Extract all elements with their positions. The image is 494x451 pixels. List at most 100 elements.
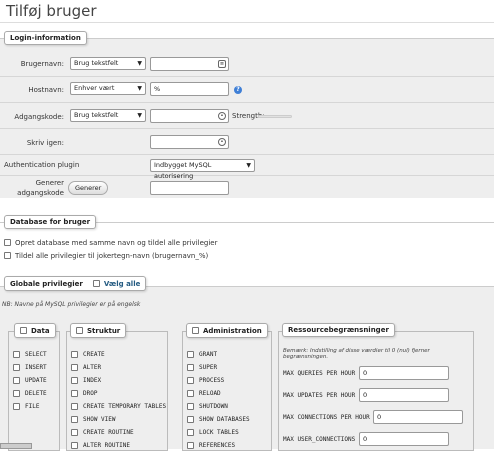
help-icon[interactable]: ?: [234, 86, 242, 94]
data-privileges-box: SELECT INSERT UPDATE DELETE FILE: [8, 331, 60, 451]
create-temp-tables-checkbox[interactable]: [71, 403, 78, 410]
privilege-create-routine: CREATE ROUTINE: [83, 429, 134, 436]
password-type-select[interactable]: Brug tekstfelt ▼: [70, 109, 146, 122]
data-legend-label: Data: [31, 327, 50, 335]
max-user-connections-input[interactable]: 0: [359, 432, 449, 446]
drop-checkbox[interactable]: [71, 390, 78, 397]
delete-checkbox[interactable]: [13, 390, 20, 397]
username-type-select[interactable]: Brug tekstfelt ▼: [70, 57, 146, 70]
max-connections-label: MAX CONNECTIONS PER HOUR: [283, 414, 370, 421]
max-connections-input[interactable]: 0: [373, 410, 463, 424]
password-input[interactable]: •: [150, 109, 229, 123]
privilege-process: PROCESS: [199, 377, 225, 384]
grant-wildcard-checkbox[interactable]: [4, 252, 11, 259]
generate-button[interactable]: Generer: [68, 181, 109, 195]
host-input-value: %: [154, 85, 161, 93]
privilege-file: FILE: [25, 403, 40, 410]
username-type-value: Brug tekstfelt: [74, 59, 119, 67]
process-checkbox[interactable]: [187, 377, 194, 384]
generate-label: Generer adgangskode: [0, 178, 64, 198]
show-view-checkbox[interactable]: [71, 416, 78, 423]
privilege-alter: ALTER: [83, 364, 102, 371]
max-updates-label: MAX UPDATES PER HOUR: [283, 392, 356, 399]
generated-password-input[interactable]: [150, 181, 229, 195]
check-all-label[interactable]: Vælg alle: [104, 280, 141, 288]
contact-card-icon: ≡: [218, 60, 226, 68]
privilege-alter-routine: ALTER ROUTINE: [83, 442, 130, 449]
chevron-down-icon: ▼: [137, 112, 142, 119]
global-privileges-legend-label: Globale privilegier: [10, 280, 83, 288]
password-row: Adgangskode: Brug tekstfelt ▼ • Strength:: [0, 103, 494, 129]
data-check-all-checkbox[interactable]: [20, 327, 27, 334]
structure-privileges-box: CREATE ALTER INDEX DROP CREATE TEMPORARY…: [66, 331, 168, 451]
grant-checkbox[interactable]: [187, 351, 194, 358]
generate-password-row: Generer adgangskode Generer: [0, 176, 494, 199]
auth-plugin-select[interactable]: Indbygget MySQL autorisering ▼: [150, 159, 255, 180]
max-updates-input[interactable]: 0: [359, 388, 449, 402]
privileges-note: NB: Navne på MySQL privilegier er på eng…: [2, 301, 141, 308]
resource-limits-note: Bemærk: Indstilling af disse værdier til…: [283, 348, 430, 360]
privilege-references: REFERENCES: [199, 442, 236, 449]
update-checkbox[interactable]: [13, 377, 20, 384]
login-legend: Login-information: [4, 31, 87, 45]
generate-label-line1: Generer: [35, 179, 64, 187]
username-label: Brugernavn:: [20, 60, 64, 68]
max-queries-input[interactable]: 0: [359, 366, 449, 380]
privilege-drop: DROP: [83, 390, 98, 397]
username-input[interactable]: ≡: [150, 57, 229, 71]
global-privileges-fieldset: NB: Navne på MySQL privilegier er på eng…: [0, 286, 494, 451]
privilege-create: CREATE: [83, 351, 105, 358]
administration-check-all-checkbox[interactable]: [192, 327, 199, 334]
alter-routine-checkbox[interactable]: [71, 442, 78, 449]
privilege-create-temporary-tables: CREATE TEMPORARY TABLES: [83, 403, 167, 410]
host-type-select[interactable]: Enhver vært ▼: [70, 82, 146, 95]
strength-meter: [258, 115, 292, 118]
insert-checkbox[interactable]: [13, 364, 20, 371]
lock-tables-checkbox[interactable]: [187, 429, 194, 436]
create-db-checkbox[interactable]: [4, 239, 11, 246]
show-databases-checkbox[interactable]: [187, 416, 194, 423]
title-divider: [0, 22, 494, 23]
privilege-shutdown: SHUTDOWN: [199, 403, 228, 410]
chevron-down-icon: ▼: [137, 85, 142, 92]
privilege-show-view: SHOW VIEW: [83, 416, 116, 423]
privilege-show-databases: SHOW DATABASES: [199, 416, 250, 423]
login-fieldset: Brugernavn: Brug tekstfelt ▼ ≡ Hostnavn: …: [0, 38, 494, 198]
select-checkbox[interactable]: [13, 351, 20, 358]
chevron-down-icon: ▼: [137, 60, 142, 67]
generate-label-line2: adgangskode: [17, 189, 64, 197]
auth-plugin-label: Authentication plugin: [4, 161, 80, 169]
grant-wildcard-label: Tildel alle privilegier til jokertegn-na…: [15, 252, 209, 260]
resource-limits-box: Bemærk: Indstilling af disse værdier til…: [278, 331, 474, 451]
eye-icon[interactable]: •: [218, 138, 226, 146]
shutdown-checkbox[interactable]: [187, 403, 194, 410]
console-tab[interactable]: [0, 443, 32, 449]
check-all-checkbox[interactable]: [92, 280, 100, 287]
database-legend: Database for bruger: [4, 215, 97, 229]
privilege-lock-tables: LOCK TABLES: [199, 429, 239, 436]
super-checkbox[interactable]: [187, 364, 194, 371]
password-type-value: Brug tekstfelt: [74, 111, 119, 119]
structure-check-all-checkbox[interactable]: [76, 327, 83, 334]
host-input[interactable]: %: [150, 82, 229, 96]
retype-row: Skriv igen: •: [0, 129, 494, 155]
administration-legend-label: Administration: [203, 327, 262, 335]
file-checkbox[interactable]: [13, 403, 20, 410]
create-checkbox[interactable]: [71, 351, 78, 358]
index-checkbox[interactable]: [71, 377, 78, 384]
host-row: Hostnavn: Enhver vært ▼ % ?: [0, 77, 494, 103]
structure-legend: Struktur: [70, 323, 127, 338]
host-type-value: Enhver vært: [74, 84, 115, 92]
eye-icon[interactable]: •: [218, 112, 226, 120]
structure-legend-label: Struktur: [87, 327, 121, 335]
create-routine-checkbox[interactable]: [71, 429, 78, 436]
reload-checkbox[interactable]: [187, 390, 194, 397]
privilege-update: UPDATE: [25, 377, 47, 384]
references-checkbox[interactable]: [187, 442, 194, 449]
data-legend: Data: [14, 323, 56, 338]
resource-limits-legend: Ressourcebegrænsninger: [282, 323, 395, 337]
retype-label: Skriv igen:: [26, 139, 64, 147]
privilege-insert: INSERT: [25, 364, 47, 371]
alter-checkbox[interactable]: [71, 364, 78, 371]
retype-password-input[interactable]: •: [150, 135, 229, 149]
